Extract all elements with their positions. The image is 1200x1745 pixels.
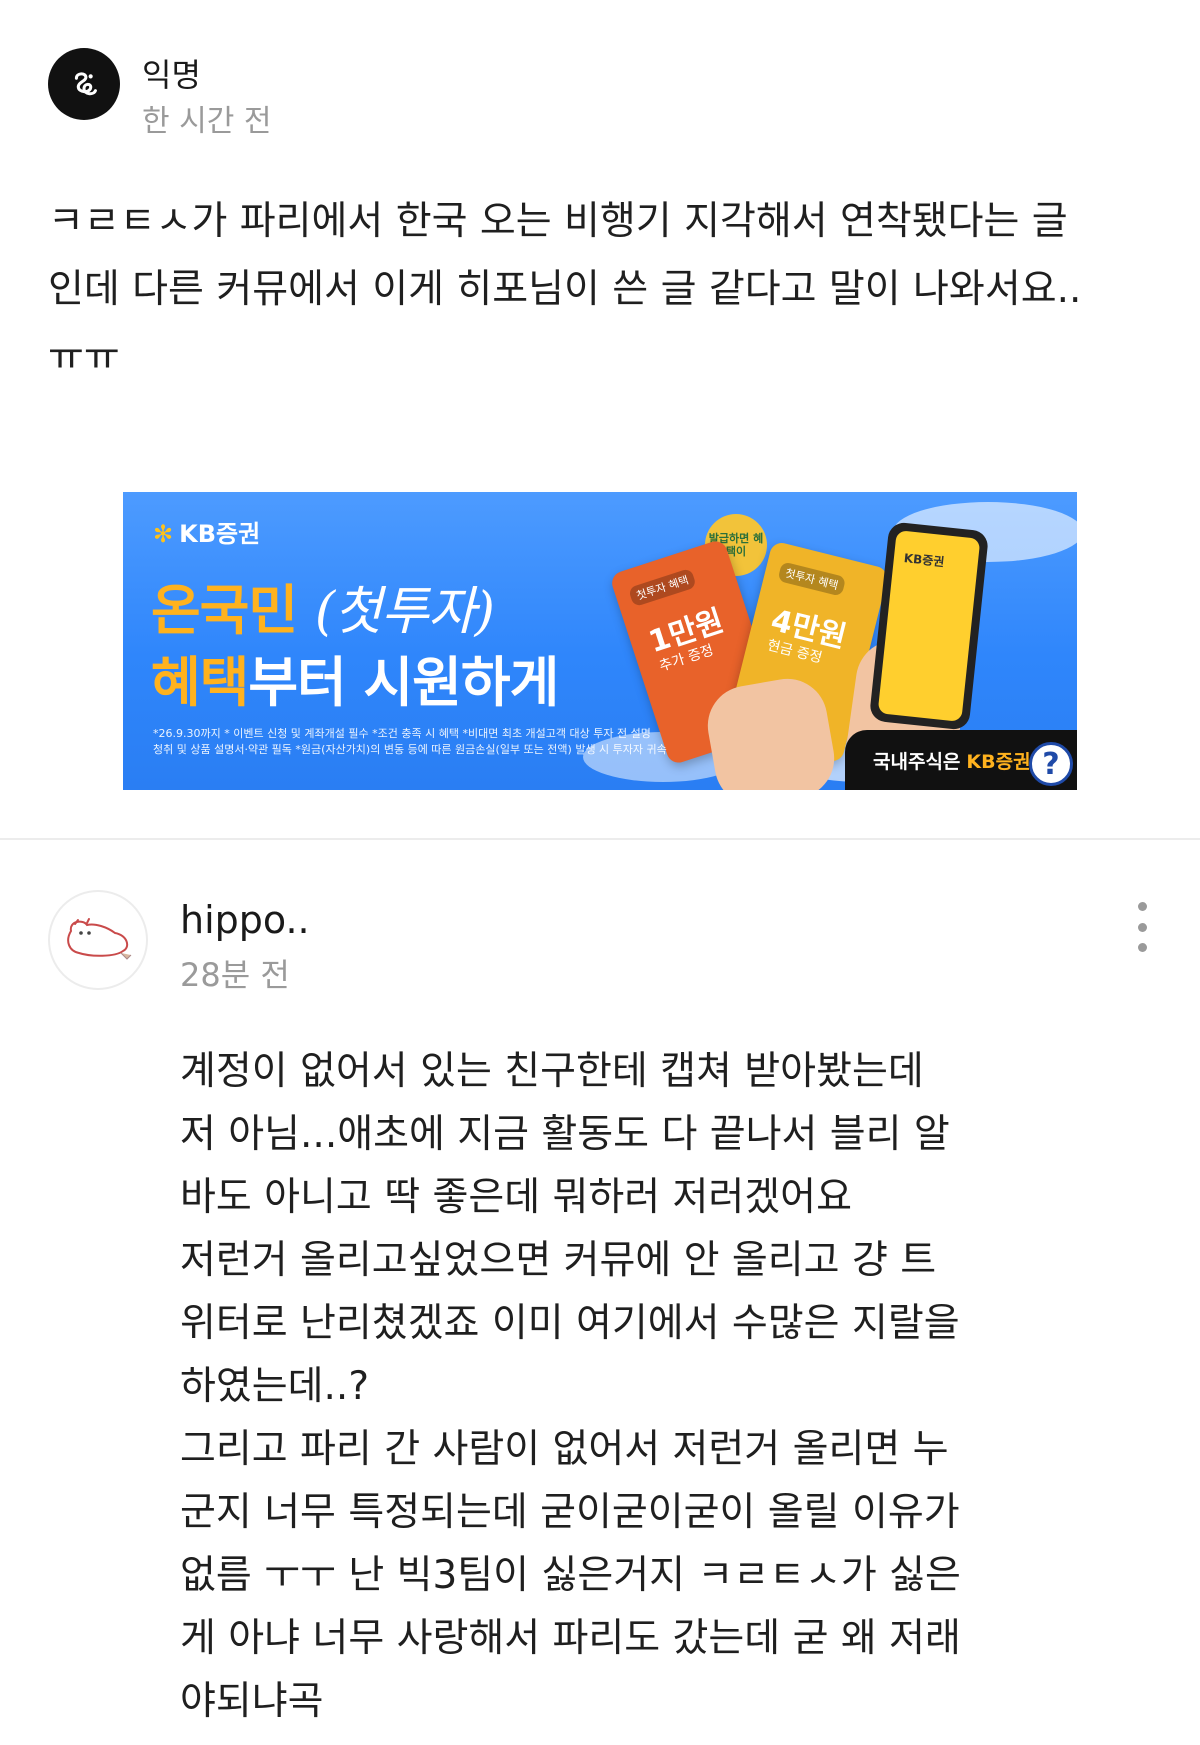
comment-author-name[interactable]: hippo.. <box>180 898 310 942</box>
author-avatar[interactable] <box>48 48 120 120</box>
ad-banner[interactable]: ✻ KB증권 온국민 (첫투자) 혜택부터 시원하게 발급하면 혜택이 첫투자 혜… <box>123 492 1077 790</box>
kb-star-icon: ✻ <box>153 520 174 548</box>
hippo-avatar-icon <box>67 918 132 960</box>
post-body: ㅋㄹㅌㅅ가 파리에서 한국 오는 비행기 지각해서 연착됐다는 글 인데 다른 … <box>48 199 1082 380</box>
section-divider <box>0 838 1200 840</box>
post-author-name[interactable]: 익명 <box>142 50 201 96</box>
ad-disclaimer: *26.9.30까지 * 이벤트 신청 및 계좌개설 필수 *조건 충족 시 혜… <box>153 727 667 756</box>
ad-brand-logo: ✻ KB증권 <box>153 520 261 548</box>
post-timestamp: 한 시간 전 <box>142 104 272 139</box>
comment-timestamp: 28분 전 <box>180 956 290 994</box>
comment-body: 계정이 없어서 있는 친구한테 캡쳐 받아봤는데 저 아님...애초에 지금 활… <box>180 1049 961 1724</box>
ad-headline-line1: 온국민 (첫투자) <box>151 579 495 642</box>
ad-phone-illustration: KB증권 <box>868 521 990 731</box>
more-vertical-icon[interactable] <box>1128 902 1156 952</box>
ad-headline-line2: 혜택부터 시원하게 <box>151 651 559 714</box>
anonymous-logo-icon <box>74 72 97 96</box>
ad-info-icon[interactable]: ? <box>1029 742 1073 786</box>
comment-avatar[interactable] <box>48 890 148 990</box>
